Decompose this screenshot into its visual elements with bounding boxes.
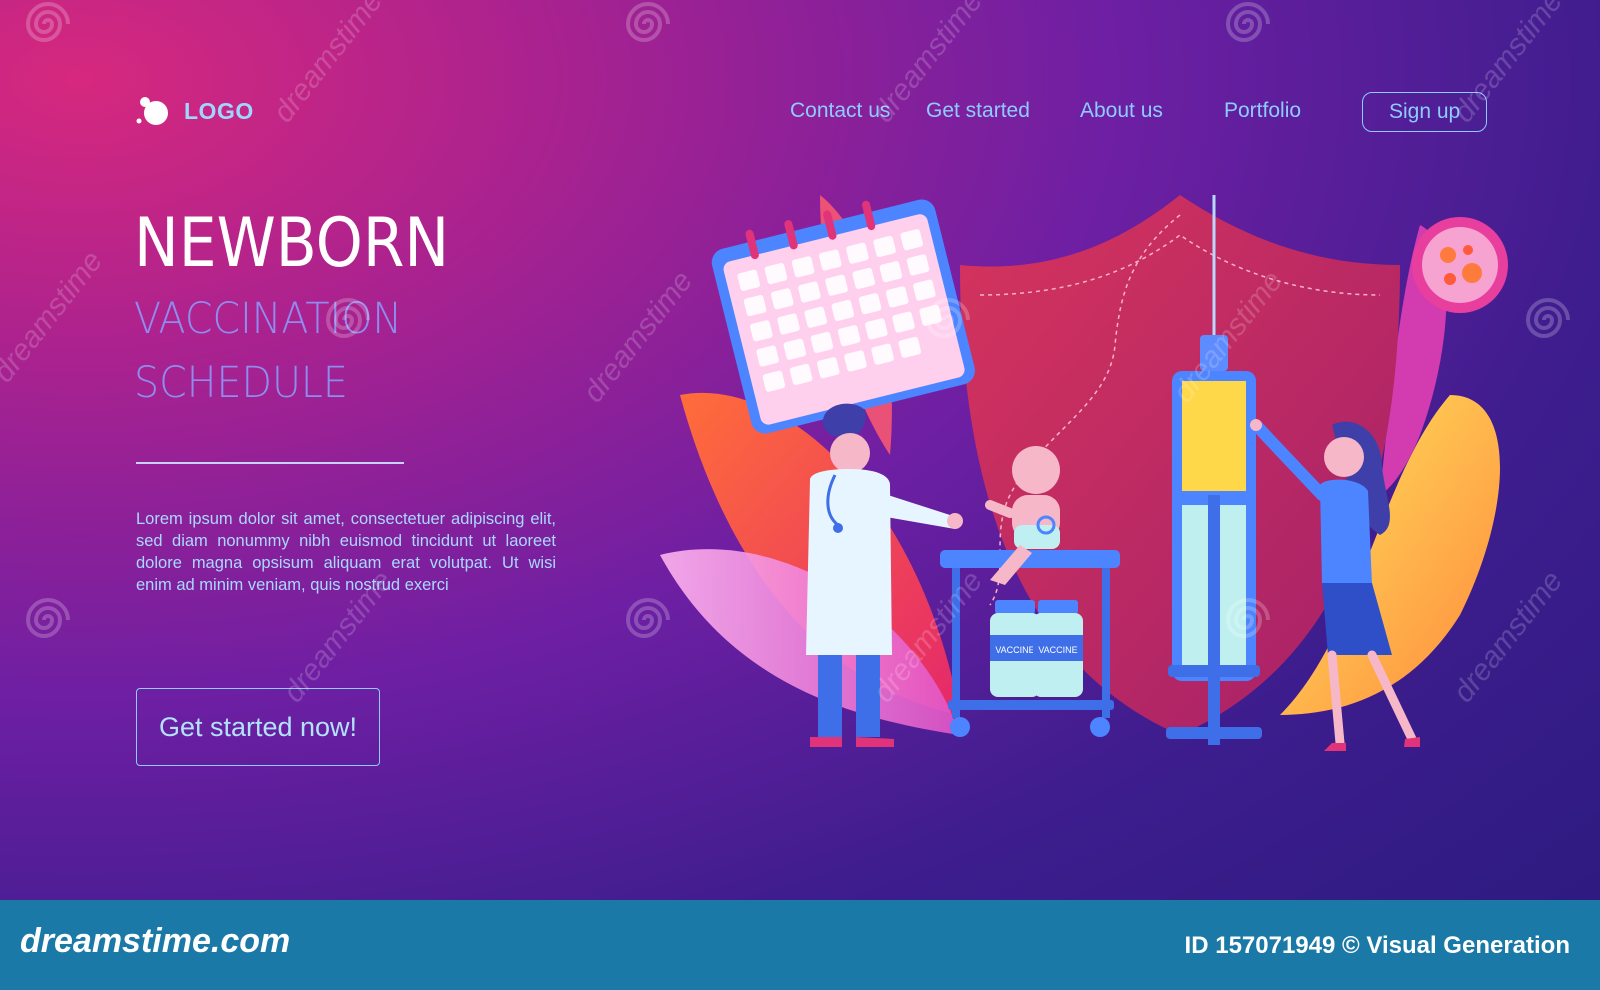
logo[interactable]: LOGO xyxy=(136,94,254,128)
stock-brand-logo: dreamstime.com xyxy=(20,922,291,960)
watermark-text: dreamstime xyxy=(0,244,110,389)
watermark-logo-icon xyxy=(1225,598,1270,638)
watermark-logo-icon xyxy=(1525,298,1570,338)
nav-link-about-us[interactable]: About us xyxy=(1080,92,1163,130)
logo-icon xyxy=(136,97,168,125)
nav-link-get-started[interactable]: Get started xyxy=(926,92,1030,130)
virus-bubble-icon xyxy=(1412,217,1508,313)
watermark-logo-icon xyxy=(325,298,370,338)
vaccination-illustration: VACCINE VACCINE xyxy=(660,195,1508,751)
watermark-logo-icon xyxy=(625,598,670,638)
watermark-logo-icon xyxy=(25,2,70,42)
hero-title: NEWBORN xyxy=(134,204,450,283)
hero-description: Lorem ipsum dolor sit amet, consectetuer… xyxy=(136,510,556,594)
vaccine-vial-left: VACCINE xyxy=(990,600,1040,697)
watermark-logo-icon xyxy=(925,298,970,338)
hero-subtitle-line2: SCHEDULE xyxy=(134,358,348,408)
title-divider xyxy=(136,462,404,464)
watermark-logo-icon xyxy=(25,598,70,638)
vial-label: VACCINE xyxy=(995,645,1034,655)
vial-label: VACCINE xyxy=(1038,645,1077,655)
landing-hero: LOGO Contact us Get started About us Por… xyxy=(0,0,1600,900)
vaccine-vial-right: VACCINE xyxy=(1033,600,1083,697)
watermark-text: dreamstime xyxy=(266,0,390,129)
stock-image-id: ID 157071949 © Visual Generation xyxy=(1184,932,1570,959)
get-started-now-button[interactable]: Get started now! xyxy=(136,688,380,766)
nav-link-portfolio[interactable]: Portfolio xyxy=(1224,92,1301,130)
logo-label: LOGO xyxy=(184,97,254,124)
watermark-logo-icon xyxy=(1225,2,1270,42)
stock-footer-bar: dreamstime.com ID 157071949 © Visual Gen… xyxy=(0,900,1600,990)
watermark-text: dreamstime xyxy=(1446,0,1570,129)
watermark-logo-icon xyxy=(625,2,670,42)
